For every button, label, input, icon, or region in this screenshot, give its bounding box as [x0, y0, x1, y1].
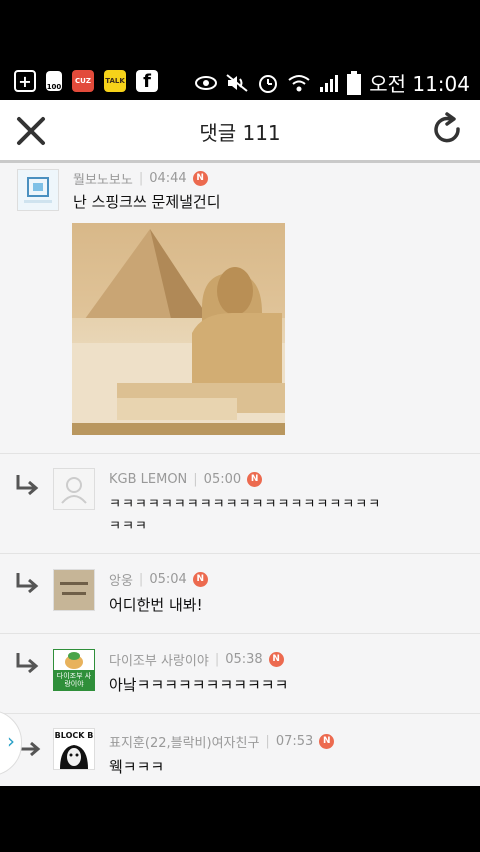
comment-meta: 표지훈(22,블락비)여자친구 | 07:53 N — [109, 732, 335, 751]
comments-screen: 댓글 111 뭘보노보노 | 04:44 N 난 스핑크쓰 문제낼건디 KGB … — [0, 100, 480, 786]
page-title: 댓글 111 — [199, 121, 281, 145]
battery-saver-icon: 100 — [46, 71, 62, 91]
new-badge: N — [247, 472, 263, 487]
new-badge: N — [192, 572, 208, 587]
comment-image[interactable] — [72, 223, 285, 435]
avatar[interactable] — [53, 468, 95, 510]
comment-meta: 뭘보노보노 | 04:44 N — [73, 169, 208, 188]
reply-item[interactable]: 다이조부 사랑이야 다이조부 사랑이야 | 05:38 N 아낰ㅋㅋㅋㅋㅋㅋㅋㅋ… — [0, 633, 480, 714]
mute-icon — [226, 73, 248, 92]
battery-saver-label: 100 — [46, 83, 62, 91]
facebook-icon: f — [136, 70, 158, 92]
wifi-icon — [288, 74, 310, 91]
header: 댓글 111 — [0, 100, 480, 163]
facebook-label: f — [143, 70, 151, 92]
red-app-icon: CUZ — [72, 70, 94, 92]
meta-divider: | — [193, 472, 198, 487]
comment-text: 어디한번 내봐! — [109, 596, 203, 614]
comment-text-line-2: ㅋㅋㅋ — [109, 519, 148, 534]
battery-icon — [347, 70, 362, 95]
reply-item[interactable]: BLOCK B 표지훈(22,블락비)여자친구 | 07:53 N 웩ㅋㅋㅋ — [0, 713, 480, 786]
meta-divider: | — [138, 572, 144, 587]
comment-text: 웩ㅋㅋㅋ — [109, 758, 165, 776]
comment-author[interactable]: KGB LEMON — [109, 472, 187, 487]
add-icon: + — [14, 70, 36, 92]
signal-icon — [320, 74, 339, 92]
avatar[interactable] — [53, 569, 95, 611]
talk-icon: TALK — [104, 70, 126, 92]
talk-label: TALK — [105, 77, 125, 85]
chevron-right-icon: › — [7, 729, 15, 753]
comment-meta: KGB LEMON | 05:00 N — [109, 472, 263, 487]
meta-divider: | — [138, 171, 144, 186]
comment-text: 난 스핑크쓰 문제낼건디 — [73, 193, 221, 211]
comment-item[interactable]: 뭘보노보노 | 04:44 N 난 스핑크쓰 문제낼건디 — [0, 163, 480, 454]
status-bar: + 100 CUZ TALK f 오전 11:04 — [0, 62, 480, 100]
new-badge: N — [192, 171, 208, 186]
meta-divider: | — [265, 734, 270, 749]
alarm-icon — [259, 74, 278, 93]
new-badge: N — [268, 652, 284, 667]
reply-arrow-icon — [16, 573, 39, 594]
comment-time: 04:44 — [149, 171, 187, 186]
comment-author[interactable]: 뭘보노보노 — [73, 169, 133, 188]
avatar-label: 다이조부 사랑이야 — [56, 672, 92, 688]
reply-arrow-icon — [16, 653, 39, 674]
comment-meta: 다이조부 사랑이야 | 05:38 N — [109, 650, 284, 669]
reply-arrow-icon — [16, 475, 39, 496]
comment-text: 아낰ㅋㅋㅋㅋㅋㅋㅋㅋㅋㅋㅋ — [109, 676, 289, 694]
meta-divider: | — [214, 652, 220, 667]
comment-meta: 앙웅 | 05:04 N — [109, 570, 208, 589]
new-badge: N — [319, 734, 335, 749]
red-app-label: CUZ — [75, 77, 91, 85]
reply-item[interactable]: 앙웅 | 05:04 N 어디한번 내봐! — [0, 553, 480, 634]
clock: 오전 11:04 — [369, 72, 470, 96]
refresh-icon[interactable] — [430, 112, 466, 148]
reply-item[interactable]: KGB LEMON | 05:00 N ㅋㅋㅋㅋㅋㅋㅋㅋㅋㅋㅋㅋㅋㅋㅋㅋㅋㅋㅋㅋ… — [0, 453, 480, 554]
comment-text-line-1: ㅋㅋㅋㅋㅋㅋㅋㅋㅋㅋㅋㅋㅋㅋㅋㅋㅋㅋㅋㅋㅋ — [109, 497, 382, 512]
avatar[interactable]: BLOCK B — [53, 728, 95, 770]
avatar[interactable] — [17, 169, 59, 211]
comment-author[interactable]: 표지훈(22,블락비)여자친구 — [109, 732, 259, 751]
comment-author[interactable]: 다이조부 사랑이야 — [109, 650, 209, 669]
comment-author[interactable]: 앙웅 — [109, 570, 133, 589]
comment-time: 05:38 — [225, 652, 263, 667]
comment-time: 05:00 — [203, 472, 242, 487]
eye-icon — [195, 75, 218, 90]
avatar[interactable]: 다이조부 사랑이야 — [53, 649, 95, 691]
comment-time: 05:04 — [149, 572, 187, 587]
comment-time: 07:53 — [275, 734, 314, 749]
